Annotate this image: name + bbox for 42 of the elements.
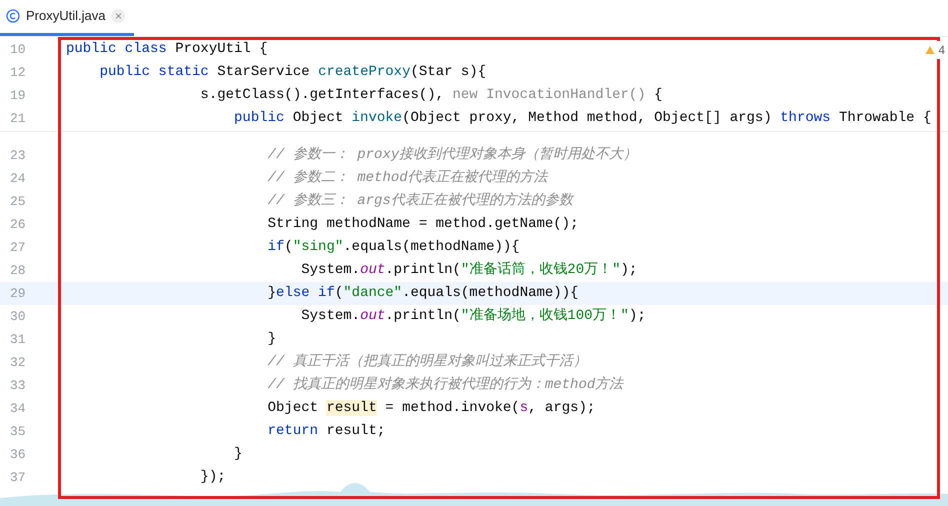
code-line: System.out.println("准备场地，收钱100万！"); [300, 306, 646, 326]
line-number: 36 [9, 446, 27, 464]
line-number: 33 [9, 376, 27, 395]
line-number: 35 [9, 422, 27, 441]
line-number: 28 [9, 262, 27, 280]
code-line: } [266, 330, 276, 349]
file-tab[interactable]: ProxyUtil.java × [0, 0, 134, 36]
line-number: 10 [9, 40, 27, 59]
line-number: 37 [9, 468, 27, 487]
line-number: 19 [9, 86, 27, 105]
code-line: return result; [266, 422, 386, 441]
line-number: 34 [9, 400, 27, 418]
code-line: public Object invoke(Object proxy, Method method, Object[] args) throws Throwable { [233, 109, 932, 128]
line-number: 32 [9, 354, 27, 372]
line-number: 30 [9, 308, 27, 326]
code-line: if("sing".equals(methodName)){ [266, 238, 520, 257]
code-line: String methodName = method.getName(); [266, 215, 578, 234]
code-line: Object result = method.invoke(s, args); [266, 399, 596, 418]
line-number: 29 [9, 284, 27, 303]
line-number: 26 [9, 216, 27, 234]
code-line: public class ProxyUtil { [66, 40, 268, 59]
line-number: 12 [9, 64, 27, 82]
warning-icon[interactable] [925, 45, 936, 55]
line-number: 25 [9, 192, 27, 211]
line-number: 23 [9, 146, 27, 165]
code-line: public static StarService createProxy(Star s){ [98, 63, 486, 82]
code-line: }); [199, 468, 226, 487]
line-number: 31 [9, 330, 27, 349]
code-line: // 参数一： proxy接收到代理对象本身（暂时用处不大） [266, 145, 638, 165]
code-line: } [233, 445, 242, 464]
code-line: System.out.println("准备话筒，收钱20万！"); [300, 260, 638, 280]
code-line: s.getClass().getInterfaces(), new InvocationHandler() { [199, 86, 663, 105]
code-line: }else if("dance".equals(methodName)){ [266, 284, 579, 303]
code-line: // 参数三： args代表正在被代理的方法的参数 [266, 191, 573, 211]
code-line: // 真正干活（把真正的明星对象叫过来正式干活） [266, 352, 587, 372]
line-number: 21 [9, 110, 27, 128]
code-line: // 参数二： method代表正在被代理的方法 [266, 168, 548, 188]
line-number: 24 [9, 170, 27, 188]
warning-count: 4 [938, 42, 945, 59]
code-line: // 找真正的明星对象来执行被代理的行为：method方法 [266, 375, 624, 395]
class-icon [6, 9, 20, 23]
line-number: 27 [9, 238, 27, 257]
